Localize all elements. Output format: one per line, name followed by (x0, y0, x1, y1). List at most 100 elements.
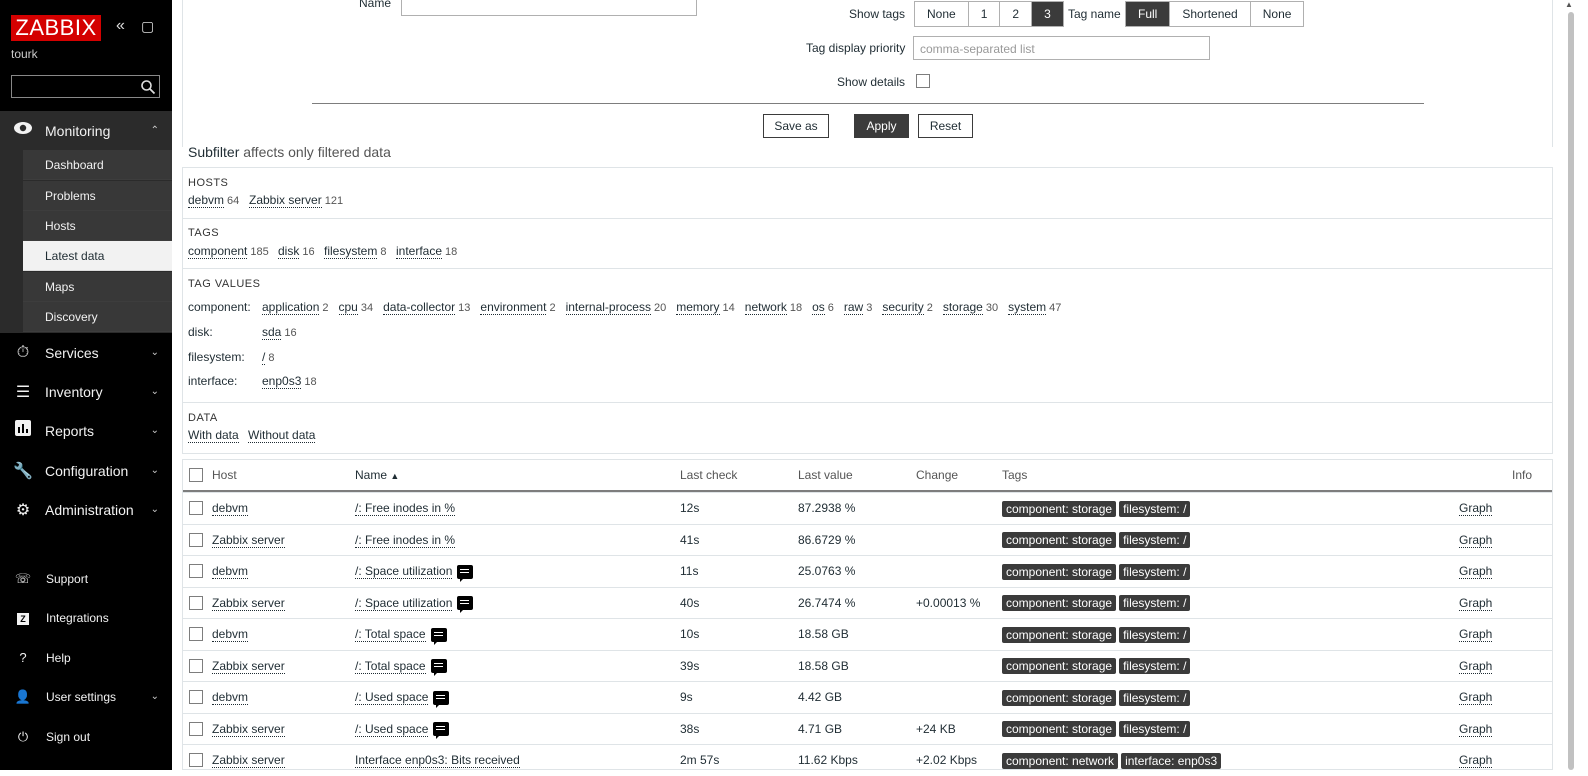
description-icon[interactable] (430, 659, 447, 677)
tag-value-link[interactable]: internal-process (565, 300, 651, 315)
tag-badge[interactable]: filesystem: / (1119, 689, 1191, 706)
tag-badge[interactable]: component: storage (1002, 626, 1117, 643)
without-data-link[interactable]: Without data (248, 428, 316, 443)
tag-value[interactable]: cpu 34 (338, 300, 373, 315)
item-name-link[interactable]: /: Total space (355, 627, 426, 642)
tag-badge[interactable]: component: storage (1002, 532, 1117, 549)
tag-badge[interactable]: filesystem: / (1119, 500, 1191, 517)
host-link[interactable]: Zabbix server (212, 595, 285, 611)
tag-badge[interactable]: component: storage (1002, 689, 1117, 706)
tag-name-none[interactable]: None (1250, 2, 1304, 26)
menu-help[interactable]: ? Help (0, 638, 172, 677)
host-link[interactable]: Zabbix server (212, 658, 285, 674)
tag-value[interactable]: system 47 (1008, 300, 1061, 315)
subfilter-host-zabbix-server[interactable]: Zabbix server 121 (249, 193, 343, 208)
row-checkbox[interactable] (189, 501, 203, 515)
row-checkbox[interactable] (189, 532, 203, 547)
graph-link[interactable]: Graph (1459, 532, 1493, 548)
tag-badge[interactable]: filesystem: / (1119, 532, 1191, 549)
item-name-link[interactable]: /: Free inodes in % (355, 501, 456, 516)
tag-value-link[interactable]: sda (262, 325, 282, 340)
tag-value-link[interactable]: system (1008, 300, 1047, 315)
collapse-sidebar-icon[interactable]: « (116, 17, 125, 35)
header-name[interactable]: Name ▲ (355, 460, 399, 491)
submenu-hosts[interactable]: Hosts (23, 211, 172, 241)
tag-badge[interactable]: filesystem: / (1119, 721, 1191, 738)
graph-link[interactable]: Graph (1459, 753, 1493, 768)
host-link[interactable]: debvm (212, 501, 249, 516)
menu-sign-out[interactable]: ⏻ Sign out (0, 717, 172, 756)
item-name-link[interactable]: /: Used space (355, 690, 429, 705)
row-checkbox[interactable] (189, 753, 203, 767)
tag-link[interactable]: filesystem (324, 244, 378, 259)
item-name-link[interactable]: /: Used space (355, 721, 429, 737)
tag-priority-input[interactable]: comma-separated list (913, 36, 1210, 60)
with-data-link[interactable]: With data (188, 428, 239, 443)
tag-value[interactable]: raw 3 (843, 300, 872, 315)
submenu-discovery[interactable]: Discovery (23, 302, 172, 332)
tag-value-link[interactable]: / (262, 350, 266, 365)
tag-badge[interactable]: component: storage (1002, 563, 1117, 580)
tag-value[interactable]: sda 16 (262, 325, 297, 340)
tag-value[interactable]: application 2 (262, 300, 329, 315)
zabbix-logo[interactable]: ZABBIX (11, 15, 101, 41)
submenu-maps[interactable]: Maps (23, 272, 172, 302)
menu-integrations[interactable]: Z Integrations (0, 598, 172, 637)
graph-link[interactable]: Graph (1459, 595, 1493, 611)
graph-link[interactable]: Graph (1459, 690, 1493, 705)
tag-badge[interactable]: component: storage (1002, 658, 1117, 675)
item-name-link[interactable]: /: Space utilization (355, 564, 453, 579)
description-icon[interactable] (457, 596, 474, 614)
save-as-button[interactable]: Save as (763, 114, 829, 138)
description-icon[interactable] (433, 690, 450, 708)
graph-link[interactable]: Graph (1459, 658, 1493, 674)
select-all-checkbox[interactable] (189, 468, 203, 482)
row-checkbox[interactable] (189, 595, 203, 610)
host-link[interactable]: debvm (212, 627, 249, 642)
tag-badge[interactable]: interface: enp0s3 (1121, 752, 1222, 769)
show-tags-1[interactable]: 1 (968, 2, 1001, 26)
tag-value-link[interactable]: cpu (338, 300, 358, 315)
menu-support[interactable]: ☏ Support (0, 559, 172, 598)
menu-configuration[interactable]: 🔧 Configuration ⌄ (0, 451, 172, 490)
scrollbar-thumb[interactable] (1568, 12, 1574, 770)
tag-badge[interactable]: filesystem: / (1119, 626, 1191, 643)
tag-value[interactable]: /8 (262, 350, 274, 365)
host-link[interactable]: Zabbix server (212, 753, 285, 768)
tag-value-link[interactable]: storage (942, 300, 983, 315)
row-checkbox[interactable] (189, 627, 203, 641)
tag-badge[interactable]: component: storage (1002, 595, 1117, 612)
tag-value-link[interactable]: environment (480, 300, 547, 315)
item-name-link[interactable]: /: Space utilization (355, 595, 453, 611)
host-link[interactable]: Zabbix server (249, 193, 322, 208)
tag-value-link[interactable]: memory (676, 300, 720, 315)
subfilter-tag-disk[interactable]: disk 16 (278, 244, 315, 259)
header-last-check[interactable]: Last check (680, 460, 737, 491)
subfilter-tag-interface[interactable]: interface 18 (396, 244, 457, 259)
item-name-link[interactable]: /: Total space (355, 658, 426, 674)
submenu-problems[interactable]: Problems (23, 181, 172, 211)
tag-name-shortened[interactable]: Shortened (1170, 2, 1251, 26)
menu-services[interactable]: ⏱ Services ⌄ (0, 333, 172, 372)
tag-value-link[interactable]: raw (843, 300, 864, 315)
tag-link[interactable]: disk (278, 244, 300, 259)
item-name-link[interactable]: /: Free inodes in % (355, 532, 456, 548)
host-link[interactable]: debvm (188, 193, 225, 208)
menu-user-settings[interactable]: 👤 User settings ⌄ (0, 677, 172, 716)
tag-badge[interactable]: filesystem: / (1119, 563, 1191, 580)
kiosk-mode-icon[interactable]: ▢ (141, 18, 154, 35)
header-last-value[interactable]: Last value (798, 460, 853, 491)
graph-link[interactable]: Graph (1459, 627, 1493, 642)
tag-value[interactable]: memory 14 (676, 300, 735, 315)
menu-inventory[interactable]: ☰ Inventory ⌄ (0, 372, 172, 411)
host-link[interactable]: Zabbix server (212, 721, 285, 737)
tag-value-link[interactable]: network (744, 300, 787, 315)
tag-value[interactable]: data-collector 13 (383, 300, 470, 315)
description-icon[interactable] (433, 722, 450, 740)
apply-button[interactable]: Apply (854, 114, 909, 138)
tag-value-link[interactable]: application (262, 300, 320, 315)
tag-value[interactable]: security 2 (882, 300, 933, 315)
tag-name-full[interactable]: Full (1126, 2, 1171, 26)
tag-value-link[interactable]: os (812, 300, 825, 315)
tag-link[interactable]: interface (396, 244, 443, 259)
